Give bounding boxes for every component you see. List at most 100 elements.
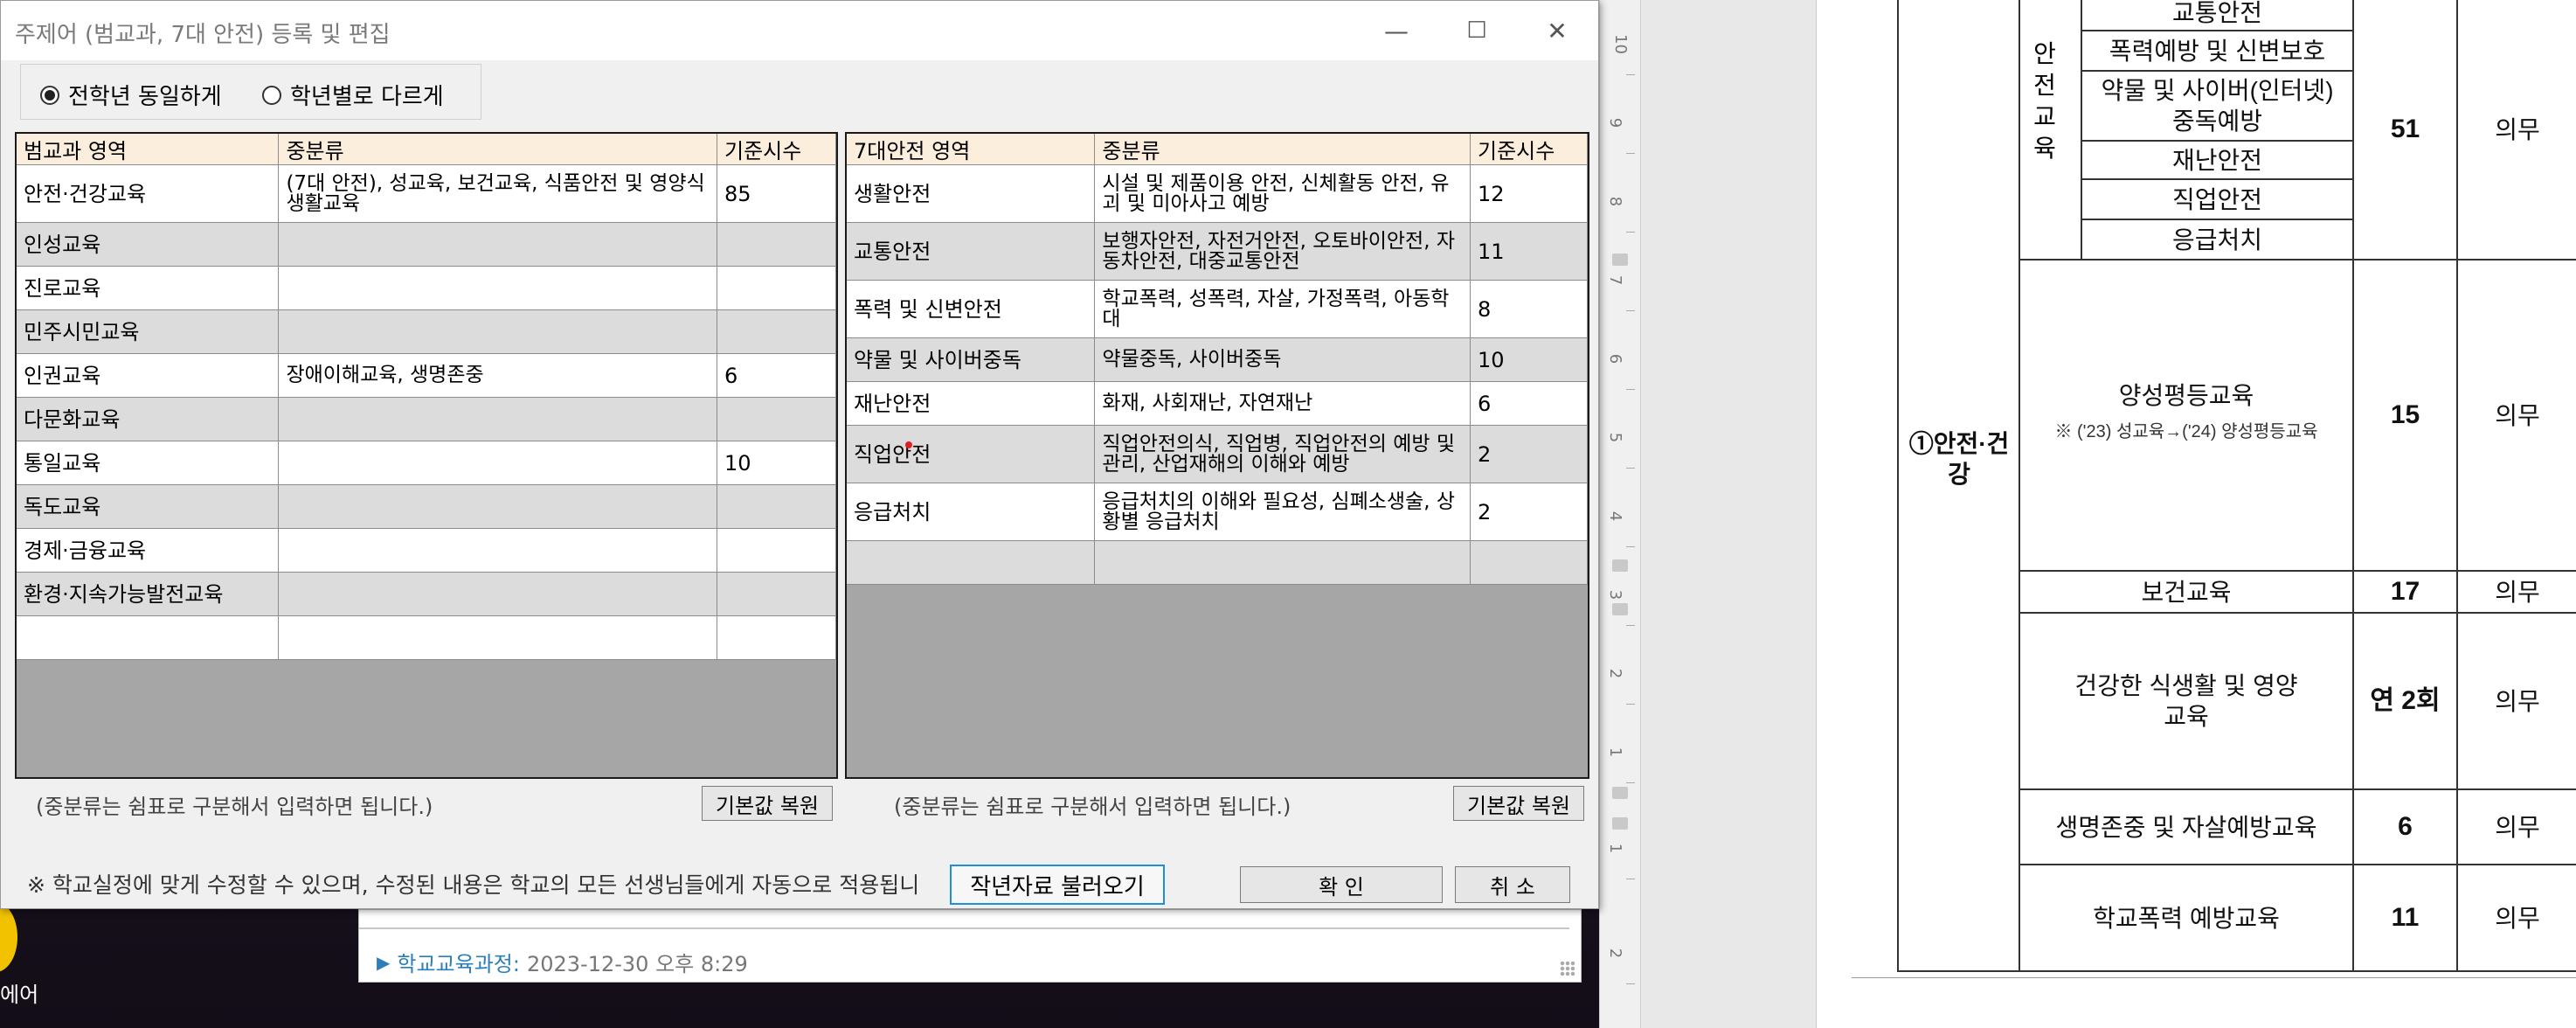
subcategory-cell[interactable]: 장애이해교육, 생명존중 [278, 353, 718, 398]
subcategory-cell[interactable] [278, 222, 718, 267]
hours-cell[interactable]: 10 [717, 441, 836, 485]
area-cell[interactable]: 경제·금융교육 [17, 528, 280, 573]
subcategory-cell[interactable] [278, 484, 718, 529]
ruler-marker-icon[interactable] [1612, 817, 1628, 830]
hours-cell[interactable] [717, 222, 836, 267]
radio-per-grade[interactable]: 학년별로 다르게 [262, 79, 444, 111]
area-cell[interactable]: 교통안전 [847, 222, 1096, 281]
table-row[interactable]: 진로교육 [17, 266, 836, 310]
column-header[interactable]: 기준시수 [717, 134, 836, 165]
area-cell[interactable] [17, 615, 280, 660]
column-header[interactable]: 중분류 [278, 134, 718, 165]
area-cell[interactable]: 안전·건강교육 [17, 164, 280, 223]
radio-selected-icon[interactable] [40, 85, 59, 105]
area-cell[interactable]: 독도교육 [17, 484, 280, 529]
table-row[interactable]: 환경·지속가능발전교육 [17, 572, 836, 616]
column-header[interactable]: 중분류 [1094, 134, 1472, 165]
table-row[interactable]: 응급처치 응급처치의 이해와 필요성, 심폐소생술, 상황별 응급처치 2 [847, 483, 1588, 541]
area-cell[interactable]: 인성교육 [17, 222, 280, 267]
hours-cell[interactable]: 6 [717, 353, 836, 398]
subcategory-cell[interactable] [278, 309, 718, 354]
hours-cell[interactable]: 12 [1470, 164, 1588, 223]
subcategory-cell[interactable] [1094, 540, 1472, 585]
area-cell[interactable]: 폭력 및 신변안전 [847, 280, 1096, 338]
table-row[interactable]: 안전·건강교육 (7대 안전), 성교육, 보건교육, 식품안전 및 영양식생활교… [17, 164, 836, 223]
table-row[interactable]: 통일교육 10 [17, 441, 836, 485]
area-cell[interactable]: 응급처치 [847, 483, 1096, 541]
area-cell[interactable]: 환경·지속가능발전교육 [17, 572, 280, 616]
title-bar[interactable]: 주제어 (범교과, 7대 안전) 등록 및 편집 — ☐ ✕ [1, 1, 1598, 60]
subcategory-cell[interactable] [278, 528, 718, 573]
area-cell[interactable]: 통일교육 [17, 441, 280, 485]
curriculum-link[interactable]: 학교교육과정: [397, 947, 520, 977]
table-row[interactable]: 교통안전 보행자안전, 자전거안전, 오토바이안전, 자동차안전, 대중교통안전 1… [847, 222, 1588, 281]
table-row[interactable] [17, 615, 836, 660]
subcategory-cell[interactable] [278, 572, 718, 616]
hours-cell[interactable]: 6 [1470, 381, 1588, 426]
maximize-button[interactable]: ☐ [1437, 6, 1516, 55]
minimize-button[interactable]: — [1357, 6, 1436, 55]
subcategory-cell[interactable] [278, 266, 718, 310]
subcategory-cell[interactable]: 응급처치의 이해와 필요성, 심폐소생술, 상황별 응급처치 [1094, 483, 1472, 541]
ok-button[interactable]: 확 인 [1240, 866, 1443, 903]
column-header[interactable]: 기준시수 [1470, 134, 1588, 165]
table-row[interactable]: 경제·금융교육 [17, 528, 836, 573]
subcategory-cell[interactable]: 약물중독, 사이버중독 [1094, 337, 1472, 382]
hours-cell[interactable] [717, 528, 836, 573]
ruler-marker-icon[interactable] [1612, 559, 1628, 572]
subcategory-cell[interactable]: 시설 및 제품이용 안전, 신체활동 안전, 유괴 및 미아사고 예방 [1094, 164, 1472, 223]
ruler-marker-icon[interactable] [1612, 603, 1628, 615]
ruler-marker-icon[interactable] [1612, 254, 1628, 266]
resize-grip-icon[interactable] [1560, 961, 1575, 976]
subcategory-cell[interactable]: 화재, 사회재난, 자연재난 [1094, 381, 1472, 426]
close-button[interactable]: ✕ [1518, 6, 1596, 55]
table-row[interactable]: 다문화교육 [17, 397, 836, 441]
table-row[interactable]: 재난안전 화재, 사회재난, 자연재난 6 [847, 381, 1588, 426]
hours-cell[interactable]: 11 [1470, 222, 1588, 281]
table-row[interactable]: 폭력 및 신변안전 학교폭력, 성폭력, 자살, 가정폭력, 아동학대 8 [847, 280, 1588, 338]
table-row[interactable]: 민주시민교육 [17, 309, 836, 354]
subcategory-cell[interactable]: 보행자안전, 자전거안전, 오토바이안전, 자동차안전, 대중교통안전 [1094, 222, 1472, 281]
area-cell[interactable]: 다문화교육 [17, 397, 280, 441]
hours-cell[interactable]: 85 [717, 164, 836, 223]
table-row[interactable]: 인성교육 [17, 222, 836, 267]
hours-cell[interactable] [717, 397, 836, 441]
area-cell[interactable]: 재난안전 [847, 381, 1096, 426]
column-header[interactable]: 7대안전 영역 [847, 134, 1096, 165]
area-cell[interactable]: 인권교육 [17, 353, 280, 398]
area-cell[interactable]: 직업안전 [847, 425, 1096, 483]
hours-cell[interactable]: 2 [1470, 483, 1588, 541]
subcategory-cell[interactable] [278, 441, 718, 485]
hours-cell[interactable] [717, 309, 836, 354]
subcategory-cell[interactable] [278, 397, 718, 441]
radio-unselected-icon[interactable] [262, 85, 281, 105]
expand-arrow-icon[interactable]: ▶ [377, 952, 390, 973]
hours-cell[interactable] [717, 615, 836, 660]
load-previous-year-button[interactable]: 작년자료 불러오기 [950, 865, 1165, 905]
area-cell[interactable]: 진로교육 [17, 266, 280, 310]
subcategory-cell[interactable] [278, 615, 718, 660]
area-cell[interactable]: 민주시민교육 [17, 309, 280, 354]
hours-cell[interactable] [717, 484, 836, 529]
ruler-marker-icon[interactable] [1612, 787, 1628, 799]
table-row[interactable]: 생활안전 시설 및 제품이용 안전, 신체활동 안전, 유괴 및 미아사고 예방 1… [847, 164, 1588, 223]
table-row[interactable]: 직업안전 직업안전의식, 직업병, 직업안전의 예방 및 관리, 산업재해의 이해… [847, 425, 1588, 483]
hours-cell[interactable]: 8 [1470, 280, 1588, 338]
area-cell[interactable]: 약물 및 사이버중독 [847, 337, 1096, 382]
table-row[interactable]: 약물 및 사이버중독 약물중독, 사이버중독 10 [847, 337, 1588, 382]
hours-cell[interactable] [1470, 540, 1588, 585]
radio-all-grades[interactable]: 전학년 동일하게 [40, 79, 222, 111]
subcategory-cell[interactable]: 직업안전의식, 직업병, 직업안전의 예방 및 관리, 산업재해의 이해와 예방 [1094, 425, 1472, 483]
table-row[interactable]: 독도교육 [17, 484, 836, 529]
restore-default-left-button[interactable]: 기본값 복원 [702, 786, 833, 821]
table-row[interactable]: 인권교육 장애이해교육, 생명존중 6 [17, 353, 836, 398]
hours-cell[interactable] [717, 266, 836, 310]
hours-cell[interactable] [717, 572, 836, 616]
subcategory-cell[interactable]: (7대 안전), 성교육, 보건교육, 식품안전 및 영양식생활교육 [278, 164, 718, 223]
cancel-button[interactable]: 취 소 [1455, 866, 1570, 903]
subcategory-cell[interactable]: 학교폭력, 성폭력, 자살, 가정폭력, 아동학대 [1094, 280, 1472, 338]
area-cell[interactable]: 생활안전 [847, 164, 1096, 223]
restore-default-right-button[interactable]: 기본값 복원 [1453, 786, 1584, 821]
hours-cell[interactable]: 2 [1470, 425, 1588, 483]
table-row[interactable] [847, 540, 1588, 585]
